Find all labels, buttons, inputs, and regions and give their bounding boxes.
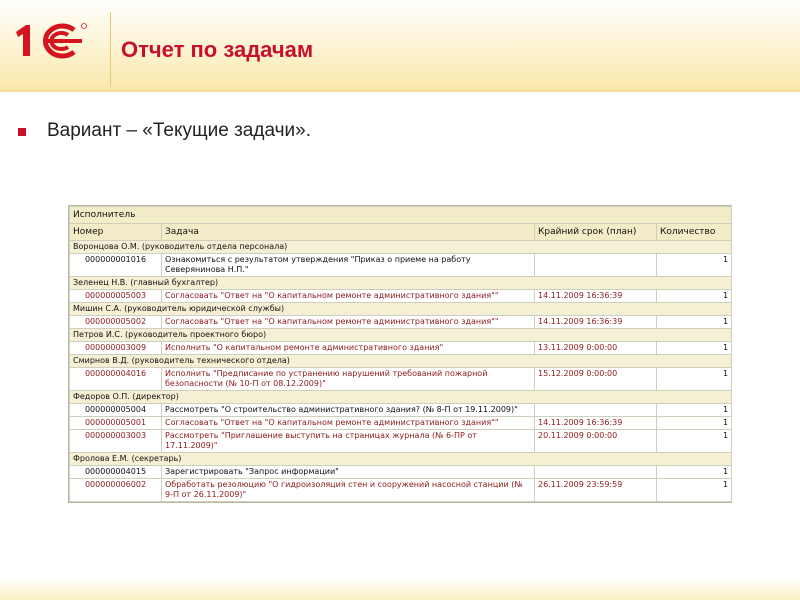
task-number: 000000003003 <box>69 429 162 453</box>
task-quantity: 1 <box>655 315 733 329</box>
report-columns-row: Номер Задача Крайний срок (план) Количес… <box>69 223 733 241</box>
executor-group-row[interactable]: Смирнов В.Д. (руководитель технического … <box>68 354 733 368</box>
executor-group-row[interactable]: Федоров О.П. (директор) <box>68 390 733 404</box>
bullet-marker <box>18 128 26 136</box>
task-row[interactable]: 000000006002 Обработать резолюцию "О гидр… <box>69 478 733 502</box>
task-description: Согласовать "Ответ на "О капитальном рем… <box>161 416 535 430</box>
report-table: Исполнитель Номер Задача Крайний срок (п… <box>68 206 733 502</box>
bullet-text: Вариант – «Текущие задачи». <box>47 120 311 141</box>
task-quantity: 1 <box>655 429 733 453</box>
task-deadline: 14.11.2009 16:36:39 <box>534 416 657 430</box>
task-row[interactable]: 000000001016 Ознакомиться с результатом у… <box>69 253 733 277</box>
task-deadline: 13.11.2009 0:00:00 <box>534 341 657 355</box>
executor-group-row[interactable]: Петров И.С. (руководитель проектного бюр… <box>68 328 733 342</box>
executor-name: Зеленец Н.В. (главный бухгалтер) <box>68 276 733 290</box>
task-quantity: 1 <box>655 465 733 479</box>
task-quantity: 1 <box>655 341 733 355</box>
task-deadline <box>534 465 657 479</box>
executor-name: Воронцова О.М. (руководитель отдела перс… <box>68 240 733 254</box>
task-row[interactable]: 000000004016 Исполнить "Предписание по ус… <box>69 367 733 391</box>
task-number: 000000004015 <box>69 465 162 479</box>
task-number: 000000003009 <box>69 341 162 355</box>
task-deadline: 20.11.2009 0:00:00 <box>534 429 657 453</box>
task-description: Исполнить "О капитальном ремонте админис… <box>161 341 535 355</box>
task-row[interactable]: 000000005004 Рассмотреть "О строительство… <box>69 403 733 417</box>
task-row[interactable]: 000000005003 Согласовать "Ответ на "О кап… <box>69 289 733 303</box>
task-quantity: 1 <box>655 478 733 502</box>
executor-group-row[interactable]: Воронцова О.М. (руководитель отдела перс… <box>68 240 733 254</box>
task-deadline <box>534 253 657 277</box>
executor-name: Смирнов В.Д. (руководитель технического … <box>68 354 733 368</box>
task-quantity: 1 <box>655 367 733 391</box>
executor-name: Федоров О.П. (директор) <box>68 390 733 404</box>
task-description: Зарегистрировать "Запрос информации" <box>161 465 535 479</box>
task-description: Рассмотреть "О строительство администрат… <box>161 403 535 417</box>
executor-column-header: Исполнитель <box>68 206 733 224</box>
column-header-deadline: Крайний срок (план) <box>534 223 657 241</box>
task-deadline: 14.11.2009 16:36:39 <box>534 315 657 329</box>
slide-title: Отчет по задачам <box>121 37 314 62</box>
task-row[interactable]: 000000005002 Согласовать "Ответ на "О кап… <box>69 315 733 329</box>
column-header-quantity: Количество <box>655 223 733 241</box>
task-description: Ознакомиться с результатом утверждения "… <box>161 253 535 277</box>
task-quantity: 1 <box>655 403 733 417</box>
task-number: 000000005003 <box>69 289 162 303</box>
column-header-task: Задача <box>161 223 535 241</box>
column-header-number: Номер <box>69 223 162 241</box>
task-quantity: 1 <box>655 416 733 430</box>
task-row[interactable]: 000000005001 Согласовать "Ответ на "О кап… <box>69 416 733 430</box>
task-deadline: 26.11.2009 23:59:59 <box>534 478 657 502</box>
task-deadline: 14.11.2009 16:36:39 <box>534 289 657 303</box>
header-vertical-divider <box>110 12 111 87</box>
executor-name: Фролова Е.М. (секретарь) <box>68 452 733 466</box>
task-description: Согласовать "Ответ на "О капитальном рем… <box>161 289 535 303</box>
executor-group-row[interactable]: Зеленец Н.В. (главный бухгалтер) <box>68 276 733 290</box>
task-description: Обработать резолюцию "О гидроизоляция ст… <box>161 478 535 502</box>
executor-name: Мишин С.А. (руководитель юридической слу… <box>68 302 733 316</box>
task-number: 000000005001 <box>69 416 162 430</box>
1c-logo <box>16 23 87 59</box>
task-report: Исполнитель Номер Задача Крайний срок (п… <box>68 205 733 503</box>
task-number: 000000001016 <box>69 253 162 277</box>
task-deadline: 15.12.2009 0:00:00 <box>534 367 657 391</box>
task-number: 000000005002 <box>69 315 162 329</box>
task-description: Рассмотреть "Приглашение выступить на ст… <box>161 429 535 453</box>
executor-name: Петров И.С. (руководитель проектного бюр… <box>68 328 733 342</box>
report-group-header-row: Исполнитель <box>68 206 733 224</box>
task-description: Согласовать "Ответ на "О капитальном рем… <box>161 315 535 329</box>
task-number: 000000004016 <box>69 367 162 391</box>
task-quantity: 1 <box>655 253 733 277</box>
task-number: 000000005004 <box>69 403 162 417</box>
task-row[interactable]: 000000004015 Зарегистрировать "Запрос инф… <box>69 465 733 479</box>
footer-band <box>0 578 800 600</box>
executor-group-row[interactable]: Мишин С.А. (руководитель юридической слу… <box>68 302 733 316</box>
task-row[interactable]: 000000003003 Рассмотреть "Приглашение выс… <box>69 429 733 453</box>
executor-group-row[interactable]: Фролова Е.М. (секретарь) <box>68 452 733 466</box>
task-deadline <box>534 403 657 417</box>
header-band <box>0 0 800 92</box>
task-row[interactable]: 000000003009 Исполнить "О капитальном рем… <box>69 341 733 355</box>
header-divider-line <box>0 90 800 92</box>
task-description: Исполнить "Предписание по устранению нар… <box>161 367 535 391</box>
task-number: 000000006002 <box>69 478 162 502</box>
task-quantity: 1 <box>655 289 733 303</box>
